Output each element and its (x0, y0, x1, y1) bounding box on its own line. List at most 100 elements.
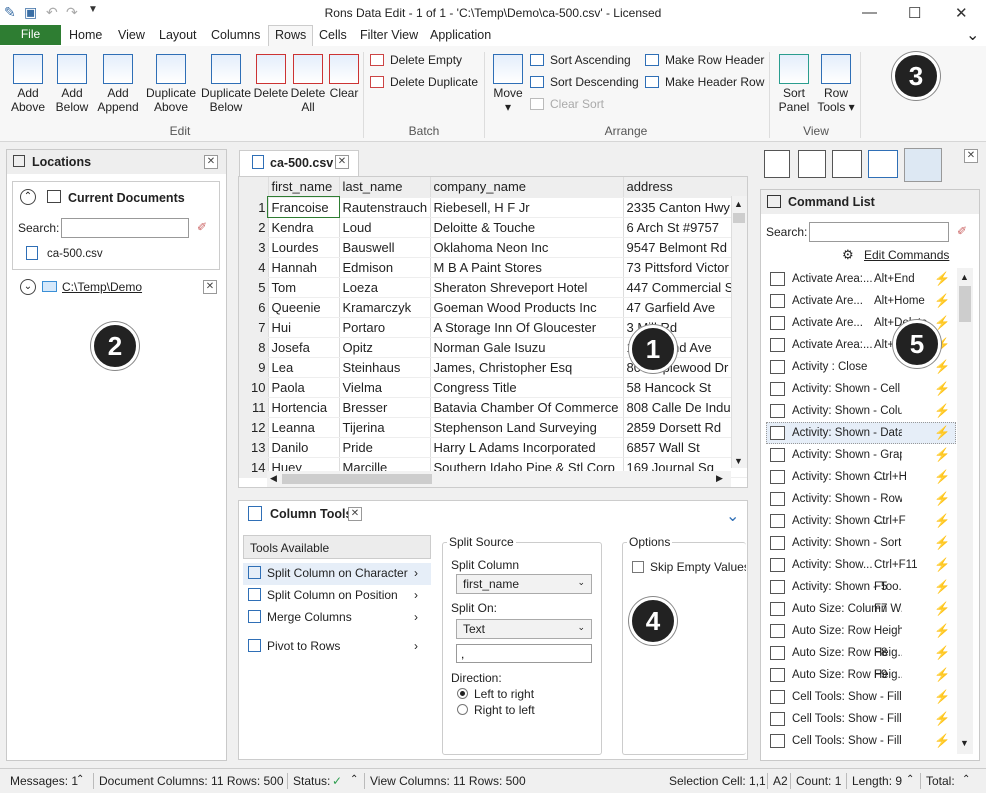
duplicate-above-button[interactable]: Duplicate Above (144, 54, 198, 114)
ribbon-collapse-icon[interactable]: ⌄ (966, 25, 979, 45)
chevron-up-icon[interactable]: ⌃ (350, 774, 358, 785)
table-cell[interactable]: Francoise (267, 196, 340, 218)
table-row[interactable]: 12 Leanna Tijerina Stephenson Land Surveyin… (239, 417, 747, 438)
scroll-left-icon[interactable]: ◀ (270, 473, 277, 484)
maximize-button[interactable]: ☐ (908, 4, 921, 22)
command-item[interactable]: Activity: Shown -... Ctrl+H ⚡ (768, 466, 956, 488)
table-cell[interactable]: Sheraton Shreveport Hotel (430, 277, 624, 298)
locations-search-input[interactable] (61, 218, 189, 238)
table-row[interactable]: 5 Tom Loeza Sheraton Shreveport Hotel 447 Co… (239, 277, 747, 298)
row-tools-button[interactable]: Row Tools ▾ (816, 54, 856, 114)
column-header[interactable]: address (623, 177, 747, 198)
split-text-input[interactable] (456, 644, 592, 663)
table-cell[interactable]: Bauswell (339, 237, 431, 258)
tab-view[interactable]: View (118, 28, 145, 42)
tab-cells[interactable]: Cells (319, 28, 347, 42)
command-item[interactable]: Cell Tools: Show - Fill L...⚡ (768, 730, 956, 752)
table-cell[interactable]: Opitz (339, 337, 431, 358)
close-icon[interactable]: ✕ (348, 507, 362, 521)
tool-item[interactable]: Split Column on Position › (248, 588, 428, 602)
table-cell[interactable]: Congress Title (430, 377, 624, 398)
table-cell[interactable]: 6 Arch St #9757 (623, 217, 747, 238)
move-button[interactable]: Move ▾ (490, 54, 526, 114)
table-cell[interactable]: Kramarczyk (339, 297, 431, 318)
command-item[interactable]: Auto Size: Row Heig... F9 ⚡ (768, 664, 956, 686)
table-cell[interactable]: Oklahoma Neon Inc (430, 237, 624, 258)
sort-panel-button[interactable]: Sort Panel (776, 54, 812, 114)
sort-descending-button[interactable]: Sort Descending (530, 75, 639, 89)
row-number[interactable]: 12 (239, 417, 269, 438)
table-row[interactable]: 6 Queenie Kramarczyk Goeman Wood Products I… (239, 297, 747, 318)
table-cell[interactable]: Hannah (268, 257, 340, 278)
chevron-up-icon[interactable]: ⌃ (906, 774, 914, 785)
right-to-left-radio[interactable]: Right to left (457, 703, 535, 717)
table-cell[interactable]: Norman Gale Isuzu (430, 337, 624, 358)
add-above-button[interactable]: Add Above (8, 54, 48, 114)
row-number[interactable]: 7 (239, 317, 269, 338)
table-cell[interactable]: Queenie (268, 297, 340, 318)
row-number[interactable]: 3 (239, 237, 269, 258)
table-cell[interactable]: 2335 Canton Hwy (623, 197, 747, 218)
table-cell[interactable]: Kendra (268, 217, 340, 238)
table-row[interactable]: 13 Danilo Pride Harry L Adams Incorporated 6… (239, 437, 747, 458)
clear-search-icon[interactable]: ✐ (197, 220, 207, 234)
column-header[interactable]: first_name (268, 177, 340, 198)
column-header[interactable]: last_name (339, 177, 431, 198)
row-number[interactable]: 1 (239, 197, 269, 218)
add-append-button[interactable]: Add Append (96, 54, 140, 114)
chevron-up-icon[interactable]: ⌃ (962, 774, 970, 785)
split-on-select[interactable]: Text ⌄ (456, 619, 592, 639)
table-cell[interactable]: 47 Garfield Ave (623, 297, 747, 318)
windows-icon[interactable] (798, 150, 826, 178)
table-cell[interactable]: James, Christopher Esq (430, 357, 624, 378)
table-cell[interactable]: 6857 Wall St (623, 437, 747, 458)
clear-button[interactable]: Clear (327, 54, 361, 100)
expand-icon[interactable]: ⌄ (20, 279, 36, 295)
row-number[interactable]: 2 (239, 217, 269, 238)
table-cell[interactable]: Batavia Chamber Of Commerce (430, 397, 624, 418)
table-cell[interactable]: Hui (268, 317, 340, 338)
table-cell[interactable]: Pride (339, 437, 431, 458)
table-cell[interactable]: Stephenson Land Surveying (430, 417, 624, 438)
collapse-icon[interactable]: ⌃ (20, 189, 36, 205)
command-list-toggle-icon[interactable] (904, 148, 942, 182)
table-cell[interactable]: Goeman Wood Products Inc (430, 297, 624, 318)
edit-commands-link[interactable]: Edit Commands (864, 248, 949, 262)
tool-item[interactable]: Merge Columns › (248, 610, 428, 624)
delete-button[interactable]: Delete (252, 54, 290, 100)
tab-layout[interactable]: Layout (159, 28, 197, 42)
command-item[interactable]: Cell Tools: Show - Fill C...⚡ (768, 686, 956, 708)
command-item[interactable]: Activity: Show... Ctrl+F11 ⚡ (768, 554, 956, 576)
split-column-select[interactable]: first_name ⌄ (456, 574, 592, 594)
table-cell[interactable]: Riebesell, H F Jr (430, 197, 624, 218)
delete-all-button[interactable]: Delete All (289, 54, 327, 114)
table-cell[interactable]: M B A Paint Stores (430, 257, 624, 278)
command-search-input[interactable] (809, 222, 949, 242)
corner-cell[interactable] (239, 177, 269, 198)
table-cell[interactable]: 808 Calle De Indu (623, 397, 747, 418)
skip-empty-checkbox[interactable]: Skip Empty Values (632, 560, 746, 574)
command-item[interactable]: Activate Are... Alt+Home ⚡ (768, 290, 956, 312)
command-item[interactable]: Activity: Shown - Too... F5 ⚡ (768, 576, 956, 598)
tab-filter-view[interactable]: Filter View (360, 28, 418, 42)
command-item[interactable]: Activity: Shown - Cell T...⚡ (768, 378, 956, 400)
row-number[interactable]: 13 (239, 437, 269, 458)
command-item[interactable]: Activity: Shown - Colum...⚡ (768, 400, 956, 422)
table-cell[interactable]: Edmison (339, 257, 431, 278)
command-item[interactable]: Auto Size: Row Height...⚡ (768, 620, 956, 642)
table-cell[interactable]: Portaro (339, 317, 431, 338)
table-row[interactable]: 10 Paola Vielma Congress Title 58 Hancock St (239, 377, 747, 398)
clear-search-icon[interactable]: ✐ (957, 224, 967, 238)
table-cell[interactable]: 58 Hancock St (623, 377, 747, 398)
close-icon[interactable]: ✕ (204, 155, 218, 169)
table-cell[interactable]: Rautenstrauch (339, 197, 431, 218)
row-number[interactable]: 11 (239, 397, 269, 418)
close-icon[interactable]: ✕ (964, 149, 978, 163)
row-number[interactable]: 8 (239, 337, 269, 358)
scroll-thumb[interactable] (959, 286, 971, 322)
table-row[interactable]: 11 Hortencia Bresser Batavia Chamber Of Com… (239, 397, 747, 418)
table-cell[interactable]: A Storage Inn Of Gloucester (430, 317, 624, 338)
table-cell[interactable]: 2859 Dorsett Rd (623, 417, 747, 438)
table-cell[interactable]: Deloitte & Touche (430, 217, 624, 238)
table-row[interactable]: 3 Lourdes Bauswell Oklahoma Neon Inc 9547 Be… (239, 237, 747, 258)
